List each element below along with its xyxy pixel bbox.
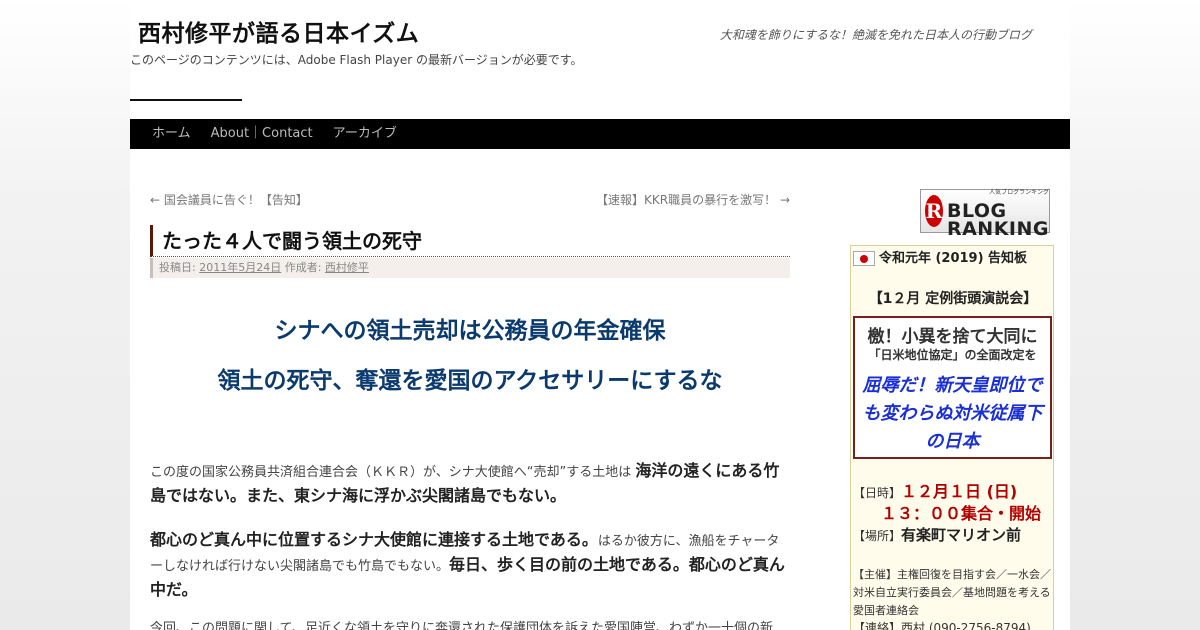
site-title[interactable]: 西村修平が語る日本イズム (138, 14, 419, 48)
notice-date-row: 【日時】１２月１日 (日) (853, 478, 1053, 502)
time-value: １３：００集合・開始 (881, 504, 1042, 523)
p2-bold-1: 都心のど真ん中に位置するシナ大使館に連接する土地である。 (150, 530, 598, 549)
notice-title: 令和元年 (2019) 告知板 (878, 251, 1028, 266)
paragraph-2: 都心のど真ん中に位置するシナ大使館に連接する土地である。はるか彼方に、漁船をチャ… (150, 528, 790, 603)
notice-box-line-1: 檄！小異を捨て大同に (867, 327, 1038, 347)
headline-2: 領土の死守、奪還を愛国のアクセサリーにするな (217, 368, 723, 394)
date-label: 【日時】 (853, 486, 902, 500)
notice-contact-row: 【連絡】西村 (090-2756-8794) (853, 619, 1053, 630)
notice-place-row: 【場所】有楽町マリオン前 (853, 524, 1053, 545)
post-date-link[interactable]: 2011年5月24日 (199, 261, 281, 274)
notice-box-line-2: 「日米地位協定」の全面改定を (868, 348, 1037, 362)
notice-box-line-3: 屈辱だ！新天皇即位でも変わらぬ対米従属下の日本 (862, 375, 1043, 452)
blog-ranking-banner[interactable]: R 人気ブログランキング BLOG RANKING (920, 189, 1050, 239)
p1-text: この度の国家公務員共済組合連合会（ＫＫＲ）が、シナ大使館へ“売却”する土地は (150, 465, 636, 480)
ranking-text: 人気ブログランキング BLOG RANKING (946, 184, 1049, 240)
paragraph-1: この度の国家公務員共済組合連合会（ＫＫＲ）が、シナ大使館へ“売却”する土地は 海… (150, 459, 790, 509)
ranking-logo-icon: R (925, 195, 943, 227)
next-post-link[interactable]: 【速報】KKR職員の暴行を激写！ → (596, 191, 790, 208)
place-label: 【場所】 (853, 529, 902, 543)
flash-notice: このページのコンテンツには、Adobe Flash Player の最新バージョ… (130, 53, 583, 67)
notice-highlight-box: 檄！小異を捨て大同に 「日米地位協定」の全面改定を 屈辱だ！新天皇即位でも変わら… (853, 316, 1052, 459)
notice-board: 令和元年 (2019) 告知板 【1２月 定例街頭演説会】 檄！小異を捨て大同に… (850, 245, 1054, 630)
meta-posted-label: 投稿日: (159, 261, 200, 274)
notice-host-row: 【主催】主権回復を目指す会／一水会／対米自立実行委員会／基地問題を考える愛国者連… (853, 566, 1053, 620)
previous-post-link[interactable]: ← 国会議員に告ぐ！【告知】 (150, 191, 308, 208)
headline-1: シナへの領土売却は公務員の年金確保 (274, 318, 666, 344)
menu-item-archive[interactable]: アーカイブ (323, 119, 407, 149)
header-divider (130, 99, 242, 101)
paragraph-3: 今回、この問題に関して、足近くな領土を守りに奔還された保護団体を訴えた愛国陣営、… (150, 621, 773, 630)
contact-value: 西村 (090-2756-8794) (901, 621, 1031, 630)
notice-time-row: １３：００集合・開始 (881, 500, 1070, 524)
menu-item-about[interactable]: About｜Contact (201, 119, 323, 149)
entry-meta: 投稿日: 2011年5月24日 作成者: 西村修平 (150, 258, 790, 278)
notice-event-title: 【1２月 定例街頭演説会】 (868, 291, 1038, 307)
meta-author-label: 作成者: (281, 261, 325, 274)
page: 西村修平が語る日本イズム 大和魂を飾りにするな！絶滅を免れた日本人の行動ブログ … (130, 0, 1070, 630)
site-description: 大和魂を飾りにするな！絶滅を免れた日本人の行動ブログ (719, 28, 1032, 42)
entry-title: たった４人で闘う領土の死守 (150, 225, 790, 257)
host-label: 【主催】 (853, 568, 897, 581)
ranking-label: BLOG RANKING (946, 200, 1049, 240)
main-menu: ホーム About｜Contact アーカイブ (130, 119, 1070, 149)
author-link[interactable]: 西村修平 (325, 261, 369, 274)
menu-item-home[interactable]: ホーム (142, 119, 201, 149)
date-value: １２月１日 (日) (901, 482, 1018, 501)
contact-label: 【連絡】 (853, 621, 902, 630)
place-value: 有楽町マリオン前 (901, 526, 1022, 544)
